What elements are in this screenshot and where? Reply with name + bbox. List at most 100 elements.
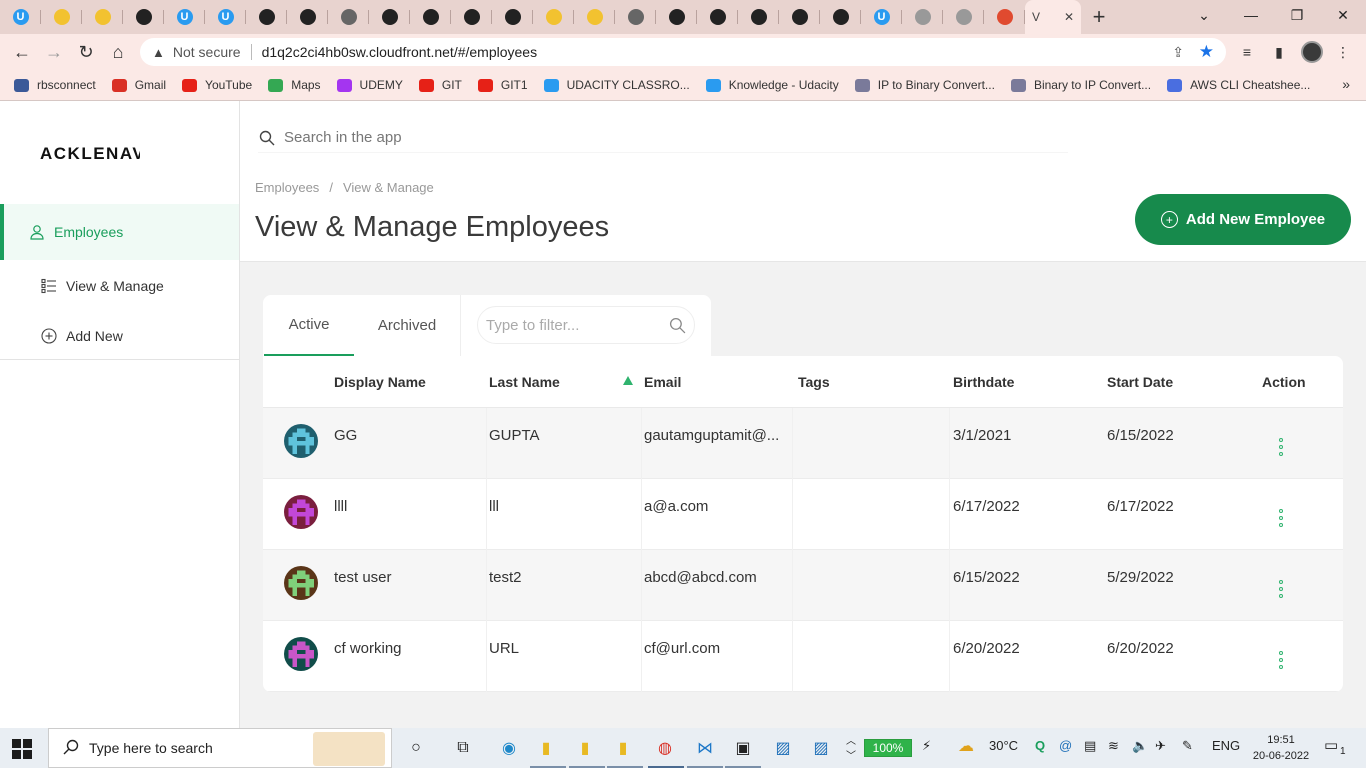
bookmark-item[interactable]: rbsconnect: [14, 78, 96, 92]
column-email[interactable]: Email: [644, 374, 681, 390]
browser-tab[interactable]: [492, 0, 533, 34]
sidebar-item-add-new[interactable]: Add New: [0, 311, 239, 361]
vscode-icon[interactable]: ⋈: [693, 736, 717, 760]
brand-logo[interactable]: ACKLENAVENUE: [40, 144, 140, 164]
taskbar-search-input[interactable]: Type here to search: [48, 728, 392, 768]
volume-icon[interactable]: 🔈: [1132, 738, 1148, 754]
column-birthdate[interactable]: Birthdate: [953, 374, 1014, 390]
camera-icon[interactable]: ▤: [1084, 738, 1096, 754]
bookmark-item[interactable]: Binary to IP Convert...: [1010, 78, 1151, 92]
new-tab-button[interactable]: +: [1081, 0, 1117, 34]
bookmark-item[interactable]: UDACITY CLASSRO...: [543, 78, 690, 92]
minimize-button[interactable]: —: [1228, 0, 1274, 30]
table-row[interactable]: cf working URL cf@url.com 6/20/2022 6/20/202…: [263, 621, 1343, 692]
browser-tab[interactable]: [451, 0, 492, 34]
table-row[interactable]: llll lll a@a.com 6/17/2022 6/17/2022: [263, 479, 1343, 550]
file-explorer-icon[interactable]: ▮: [573, 736, 597, 760]
browser-tab[interactable]: [902, 0, 943, 34]
chrome-icon[interactable]: ◍: [653, 736, 677, 760]
row-actions-kebab-icon[interactable]: [1276, 651, 1286, 669]
bookmark-item[interactable]: Knowledge - Udacity: [705, 78, 839, 92]
weather-icon[interactable]: ☁: [958, 736, 974, 756]
bookmark-star-icon[interactable]: ★: [1199, 42, 1214, 62]
bookmarks-overflow-icon[interactable]: »: [1342, 76, 1350, 92]
network-icon[interactable]: ✈: [1155, 738, 1166, 754]
home-icon[interactable]: ⌂: [106, 40, 130, 64]
browser-tab-active[interactable]: V ✕: [1025, 0, 1081, 34]
column-display-name[interactable]: Display Name: [334, 374, 426, 390]
restore-button[interactable]: ❐: [1274, 0, 1320, 30]
wifi-icon[interactable]: ≋: [1108, 738, 1119, 754]
browser-tab[interactable]: [820, 0, 861, 34]
column-tags[interactable]: Tags: [798, 374, 830, 390]
language-indicator[interactable]: ENG: [1212, 738, 1240, 753]
browser-tab[interactable]: U: [0, 0, 41, 34]
photos-icon[interactable]: ▨: [771, 736, 795, 760]
sidebar-item-employees[interactable]: Employees: [0, 204, 239, 260]
back-arrow-icon[interactable]: ←: [10, 40, 34, 64]
browser-tab[interactable]: [123, 0, 164, 34]
sort-ascending-icon[interactable]: [623, 376, 633, 385]
file-explorer-icon[interactable]: ▮: [611, 736, 635, 760]
profile-avatar[interactable]: [1301, 41, 1323, 63]
browser-tab[interactable]: [615, 0, 656, 34]
filter-input[interactable]: Type to filter...: [477, 306, 695, 344]
url-text[interactable]: d1q2c2ci4hb0sw.cloudfront.net/#/employee…: [262, 44, 538, 60]
browser-tab[interactable]: [779, 0, 820, 34]
cortana-icon[interactable]: ○: [404, 736, 428, 760]
browser-tab[interactable]: [410, 0, 451, 34]
column-last-name[interactable]: Last Name: [489, 374, 560, 390]
forward-arrow-icon[interactable]: →: [42, 40, 66, 64]
row-actions-kebab-icon[interactable]: [1276, 580, 1286, 598]
table-row[interactable]: GG GUPTA gautamguptamit@... 3/1/2021 6/15/20…: [263, 408, 1343, 479]
browser-tab[interactable]: U: [205, 0, 246, 34]
tab-active[interactable]: Active: [264, 295, 354, 356]
close-window-button[interactable]: ✕: [1320, 0, 1366, 30]
bookmark-item[interactable]: Gmail: [111, 78, 166, 92]
browser-tab[interactable]: [574, 0, 615, 34]
task-view-icon[interactable]: ⧉: [451, 736, 475, 760]
bookmark-item[interactable]: IP to Binary Convert...: [854, 78, 995, 92]
weather-temperature[interactable]: 30°C: [989, 738, 1018, 753]
bookmark-item[interactable]: UDEMY: [336, 78, 403, 92]
reload-icon[interactable]: ↻: [74, 40, 98, 64]
sidebar-item-view-manage[interactable]: View & Manage: [0, 261, 239, 311]
browser-tab[interactable]: [82, 0, 123, 34]
browser-tab[interactable]: [984, 0, 1025, 34]
pen-icon[interactable]: ✎: [1182, 738, 1193, 754]
bookmark-item[interactable]: GIT: [418, 78, 462, 92]
tray-overflow-icon[interactable]: ︿ ﹀: [846, 732, 856, 762]
bookmark-item[interactable]: AWS CLI Cheatshee...: [1167, 78, 1310, 92]
row-actions-kebab-icon[interactable]: [1276, 438, 1286, 456]
media-queue-icon[interactable]: ≡: [1238, 43, 1256, 61]
app-search-input[interactable]: Search in the app: [258, 123, 1068, 153]
browser-tab[interactable]: [287, 0, 328, 34]
share-icon[interactable]: ⇪: [1172, 44, 1184, 61]
browser-tab[interactable]: [41, 0, 82, 34]
browser-tab[interactable]: [697, 0, 738, 34]
browser-tab[interactable]: [328, 0, 369, 34]
row-actions-kebab-icon[interactable]: [1276, 509, 1286, 527]
tab-search-chevron-icon[interactable]: ⌄: [1181, 0, 1227, 30]
menu-kebab-icon[interactable]: ⋮: [1334, 43, 1352, 61]
battery-indicator[interactable]: 100%: [864, 739, 912, 757]
side-panel-icon[interactable]: ▮: [1270, 43, 1288, 61]
browser-tab[interactable]: [369, 0, 410, 34]
windows-start-icon[interactable]: [12, 739, 32, 759]
browser-tab[interactable]: U: [861, 0, 902, 34]
bookmark-item[interactable]: GIT1: [477, 78, 528, 92]
bookmark-item[interactable]: Maps: [268, 78, 321, 92]
bookmark-item[interactable]: YouTube: [182, 78, 252, 92]
file-explorer-icon[interactable]: ▮: [534, 736, 558, 760]
column-start-date[interactable]: Start Date: [1107, 374, 1173, 390]
add-new-employee-button[interactable]: + Add New Employee: [1135, 194, 1351, 245]
app-tray-icon[interactable]: @: [1059, 738, 1072, 753]
browser-tab[interactable]: [533, 0, 574, 34]
breadcrumb-employees[interactable]: Employees: [255, 180, 319, 195]
system-clock[interactable]: 19:51 20-06-2022: [1252, 732, 1310, 764]
table-row[interactable]: test user test2 abcd@abcd.com 6/15/2022 5/29…: [263, 550, 1343, 621]
notifications-icon[interactable]: ▭: [1324, 736, 1338, 754]
edge-icon[interactable]: ◉: [497, 736, 521, 760]
close-tab-icon[interactable]: ✕: [1064, 10, 1074, 24]
browser-tab[interactable]: [943, 0, 984, 34]
